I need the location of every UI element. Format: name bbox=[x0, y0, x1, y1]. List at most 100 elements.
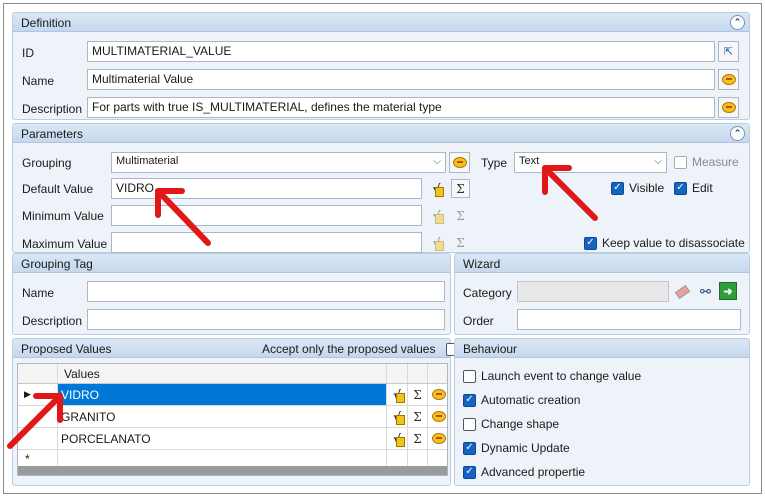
checkbox-box bbox=[463, 417, 476, 431]
visible-checkbox[interactable]: Visible bbox=[611, 181, 664, 195]
grouping-select[interactable]: Multimaterial ⌵ bbox=[111, 152, 446, 173]
name-field[interactable]: Multimaterial Value bbox=[87, 69, 715, 90]
keep-value-checkbox[interactable]: Keep value to disassociate bbox=[584, 236, 745, 250]
sum-cell[interactable]: Σ bbox=[408, 406, 428, 427]
wizard-title: Wizard bbox=[463, 257, 501, 271]
table-row[interactable]: GRANITO √ Σ bbox=[18, 406, 447, 428]
table-row[interactable]: ▶ VIDRO √ Σ bbox=[18, 384, 447, 406]
translate-cell[interactable] bbox=[428, 384, 449, 405]
row-selector[interactable] bbox=[18, 406, 58, 427]
category-label: Category bbox=[463, 286, 512, 300]
default-sum-button[interactable]: Σ bbox=[451, 179, 470, 198]
row-pointer-icon: ▶ bbox=[24, 389, 31, 399]
dynamic-update-checkbox[interactable]: Dynamic Update bbox=[463, 441, 570, 455]
values-column-header: Values bbox=[58, 364, 387, 383]
minimum-value-field[interactable] bbox=[111, 205, 422, 226]
window-frame: Definition ⌃ ID MULTIMATERIAL_VALUE ⇱ Na… bbox=[3, 3, 762, 494]
checkbox-box bbox=[463, 441, 476, 455]
minimum-sum-button[interactable]: Σ bbox=[451, 206, 470, 225]
change-shape-checkbox[interactable]: Change shape bbox=[463, 417, 559, 431]
keep-value-label: Keep value to disassociate bbox=[602, 236, 745, 250]
value-cell[interactable]: PORCELANATO bbox=[58, 428, 387, 449]
grouping-translate-button[interactable] bbox=[449, 152, 470, 173]
visible-label: Visible bbox=[629, 181, 665, 195]
launch-event-label: Launch event to change value bbox=[481, 369, 642, 383]
edit-label: Edit bbox=[692, 181, 713, 195]
arrow-right-icon: ➜ bbox=[723, 285, 733, 298]
accept-only-proposed-checkbox[interactable]: Accept only the proposed values bbox=[262, 342, 460, 356]
translate-cell[interactable] bbox=[428, 406, 449, 427]
behaviour-group: Behaviour Launch event to change value A… bbox=[454, 338, 750, 486]
measure-label: Measure bbox=[692, 155, 739, 169]
header-cell bbox=[387, 364, 408, 383]
definition-header: Definition ⌃ bbox=[13, 13, 749, 32]
maximum-formula-button[interactable]: √ bbox=[426, 232, 447, 253]
formula-cell[interactable]: √ bbox=[387, 406, 408, 427]
chevron-down-icon: ⌵ bbox=[433, 156, 441, 167]
collapse-icon[interactable]: ⌃ bbox=[730, 15, 745, 30]
eraser-icon bbox=[674, 284, 691, 299]
formula-icon: √ bbox=[432, 181, 445, 197]
clear-category-button[interactable] bbox=[672, 281, 693, 302]
category-field[interactable] bbox=[517, 281, 669, 302]
speech-bubble-icon bbox=[431, 433, 446, 444]
translate-cell[interactable] bbox=[428, 428, 449, 449]
id-picker-button[interactable]: ⇱ bbox=[718, 41, 739, 62]
default-formula-button[interactable]: √ bbox=[426, 178, 447, 199]
definition-title: Definition bbox=[21, 16, 72, 30]
chevron-down-icon: ⌵ bbox=[654, 156, 662, 167]
browse-category-button[interactable]: ⚯ bbox=[695, 281, 716, 302]
definition-group: Definition ⌃ ID MULTIMATERIAL_VALUE ⇱ Na… bbox=[12, 12, 750, 120]
speech-bubble-icon bbox=[431, 389, 446, 400]
measure-checkbox[interactable]: Measure bbox=[674, 155, 739, 169]
formula-icon: √ bbox=[393, 387, 405, 403]
wizard-group: Wizard Category ⚯ ➜ Order bbox=[454, 253, 750, 335]
table-row[interactable]: PORCELANATO √ Σ bbox=[18, 428, 447, 450]
go-category-button[interactable]: ➜ bbox=[719, 282, 737, 300]
sigma-icon: Σ bbox=[456, 208, 465, 223]
edit-checkbox[interactable]: Edit bbox=[674, 181, 713, 195]
grouping-label: Grouping bbox=[22, 156, 72, 170]
checkbox-box bbox=[463, 393, 476, 407]
default-value-field[interactable]: VIDRO bbox=[111, 178, 422, 199]
automatic-creation-checkbox[interactable]: Automatic creation bbox=[463, 393, 580, 407]
formula-icon: √ bbox=[432, 208, 445, 224]
id-field[interactable]: MULTIMATERIAL_VALUE bbox=[87, 41, 715, 62]
launch-event-checkbox[interactable]: Launch event to change value bbox=[463, 369, 641, 383]
header-cell bbox=[428, 364, 449, 383]
formula-icon: √ bbox=[432, 235, 445, 251]
maximum-value-label: Maximum Value bbox=[22, 237, 108, 251]
order-field[interactable] bbox=[517, 309, 741, 330]
dynamic-update-label: Dynamic Update bbox=[481, 441, 570, 455]
formula-cell[interactable]: √ bbox=[387, 428, 408, 449]
description-field[interactable]: For parts with true IS_MULTIMATERIAL, de… bbox=[87, 97, 715, 118]
row-selector[interactable] bbox=[18, 428, 58, 449]
behaviour-title: Behaviour bbox=[463, 342, 518, 356]
value-cell[interactable]: VIDRO bbox=[58, 384, 387, 405]
minimum-formula-button[interactable]: √ bbox=[426, 205, 447, 226]
formula-cell[interactable]: √ bbox=[387, 384, 408, 405]
tag-name-field[interactable] bbox=[87, 281, 445, 302]
checkbox-box bbox=[463, 369, 476, 383]
maximum-sum-button[interactable]: Σ bbox=[451, 233, 470, 252]
value-cell[interactable]: GRANITO bbox=[58, 406, 387, 427]
sigma-icon: Σ bbox=[413, 387, 422, 402]
checkbox-box bbox=[674, 181, 687, 195]
advanced-property-checkbox[interactable]: Advanced propertie bbox=[463, 465, 585, 479]
behaviour-header: Behaviour bbox=[455, 339, 749, 358]
description-translate-button[interactable] bbox=[718, 97, 739, 118]
checkbox-box bbox=[611, 181, 624, 195]
type-select[interactable]: Text ⌵ bbox=[514, 152, 667, 173]
grid-scrollbar[interactable] bbox=[18, 466, 447, 475]
sum-cell[interactable]: Σ bbox=[408, 384, 428, 405]
collapse-icon[interactable]: ⌃ bbox=[730, 126, 745, 141]
parameters-title: Parameters bbox=[21, 127, 84, 141]
row-selector[interactable]: ▶ bbox=[18, 384, 58, 405]
advanced-property-label: Advanced propertie bbox=[481, 465, 586, 479]
accept-only-label: Accept only the proposed values bbox=[262, 342, 436, 356]
tag-description-field[interactable] bbox=[87, 309, 445, 330]
name-translate-button[interactable] bbox=[718, 69, 739, 90]
sum-cell[interactable]: Σ bbox=[408, 428, 428, 449]
maximum-value-field[interactable] bbox=[111, 232, 422, 253]
grouping-tag-title: Grouping Tag bbox=[21, 257, 93, 271]
